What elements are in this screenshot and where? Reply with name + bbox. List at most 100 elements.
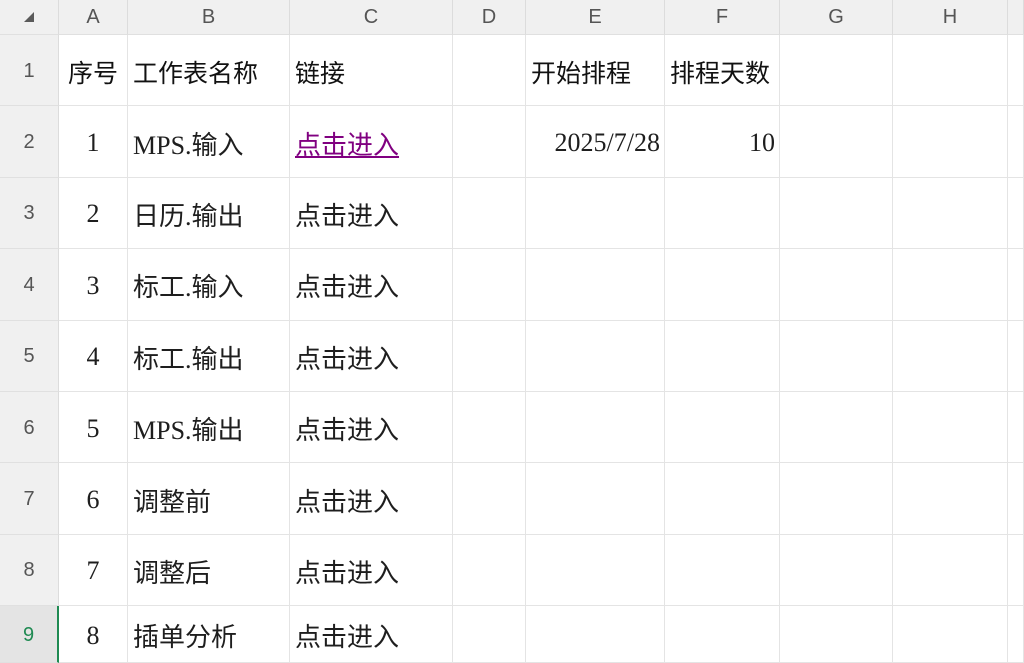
cell-i5[interactable] xyxy=(1008,320,1024,392)
cell-a9[interactable]: 8 xyxy=(59,606,128,663)
cell-i3[interactable] xyxy=(1008,177,1024,250)
cell-d3[interactable] xyxy=(453,177,526,250)
cell-f8[interactable] xyxy=(665,534,780,607)
cell-e6[interactable] xyxy=(526,391,665,464)
cell-f5[interactable] xyxy=(665,320,780,392)
cell-a7[interactable]: 6 xyxy=(59,463,128,535)
row-header-3[interactable]: 3 xyxy=(0,177,59,250)
cell-c5[interactable]: 点击进入 xyxy=(290,320,453,392)
cell-d2[interactable] xyxy=(453,106,526,178)
cell-d1[interactable] xyxy=(453,35,526,107)
cell-a5[interactable]: 4 xyxy=(59,320,128,392)
cell-i7[interactable] xyxy=(1008,463,1024,535)
cell-c3[interactable]: 点击进入 xyxy=(290,177,453,250)
column-header-c[interactable]: C xyxy=(290,0,453,35)
cell-b3[interactable]: 日历.输出 xyxy=(128,177,290,250)
cell-g1[interactable] xyxy=(780,35,893,107)
row-header-4[interactable]: 4 xyxy=(0,249,59,321)
column-header-h[interactable]: H xyxy=(893,0,1008,35)
cell-a8[interactable]: 7 xyxy=(59,534,128,607)
cell-c2-hyperlink[interactable]: 点击进入 xyxy=(290,106,453,178)
row-header-9[interactable]: 9 xyxy=(0,606,59,663)
row-header-2[interactable]: 2 xyxy=(0,106,59,178)
column-header-d[interactable]: D xyxy=(453,0,526,35)
cell-i6[interactable] xyxy=(1008,391,1024,464)
cell-d8[interactable] xyxy=(453,534,526,607)
cell-b7[interactable]: 调整前 xyxy=(128,463,290,535)
cell-h9[interactable] xyxy=(893,606,1008,663)
cell-f4[interactable] xyxy=(665,249,780,321)
cell-c4[interactable]: 点击进入 xyxy=(290,249,453,321)
cell-i1[interactable] xyxy=(1008,35,1024,107)
cell-b8[interactable]: 调整后 xyxy=(128,534,290,607)
cell-g4[interactable] xyxy=(780,249,893,321)
cell-f6[interactable] xyxy=(665,391,780,464)
cell-b9[interactable]: 插单分析 xyxy=(128,606,290,663)
cell-d9[interactable] xyxy=(453,606,526,663)
row-header-5[interactable]: 5 xyxy=(0,320,59,392)
column-header-e[interactable]: E xyxy=(526,0,665,35)
cell-f3[interactable] xyxy=(665,177,780,250)
cell-a1[interactable]: 序号 xyxy=(59,35,128,107)
cell-f2-days[interactable]: 10 xyxy=(665,106,780,178)
cell-b1[interactable]: 工作表名称 xyxy=(128,35,290,107)
cell-g5[interactable] xyxy=(780,320,893,392)
cell-b6[interactable]: MPS.输出 xyxy=(128,391,290,464)
row-header-6[interactable]: 6 xyxy=(0,391,59,464)
cell-f1[interactable]: 排程天数 xyxy=(665,35,780,107)
row-header-7[interactable]: 7 xyxy=(0,463,59,535)
cell-d4[interactable] xyxy=(453,249,526,321)
column-header-a[interactable]: A xyxy=(59,0,128,35)
cell-e9[interactable] xyxy=(526,606,665,663)
cell-h2[interactable] xyxy=(893,106,1008,178)
cell-e3[interactable] xyxy=(526,177,665,250)
column-header-f[interactable]: F xyxy=(665,0,780,35)
cell-h4[interactable] xyxy=(893,249,1008,321)
cell-e1[interactable]: 开始排程 xyxy=(526,35,665,107)
cell-h3[interactable] xyxy=(893,177,1008,250)
cell-b2[interactable]: MPS.输入 xyxy=(128,106,290,178)
cell-a2[interactable]: 1 xyxy=(59,106,128,178)
cell-h1[interactable] xyxy=(893,35,1008,107)
cell-g2[interactable] xyxy=(780,106,893,178)
cell-d5[interactable] xyxy=(453,320,526,392)
cell-e2-start-date[interactable]: 2025/7/28 xyxy=(526,106,665,178)
cell-h6[interactable] xyxy=(893,391,1008,464)
cell-i9[interactable] xyxy=(1008,606,1024,663)
cell-h5[interactable] xyxy=(893,320,1008,392)
row-header-1[interactable]: 1 xyxy=(0,35,59,107)
cell-g3[interactable] xyxy=(780,177,893,250)
cell-e5[interactable] xyxy=(526,320,665,392)
select-all-corner[interactable] xyxy=(0,0,59,35)
cell-g6[interactable] xyxy=(780,391,893,464)
cell-d7[interactable] xyxy=(453,463,526,535)
cell-c8[interactable]: 点击进入 xyxy=(290,534,453,607)
cell-g7[interactable] xyxy=(780,463,893,535)
cell-g9[interactable] xyxy=(780,606,893,663)
cell-b4[interactable]: 标工.输入 xyxy=(128,249,290,321)
cell-b5[interactable]: 标工.输出 xyxy=(128,320,290,392)
column-header-b[interactable]: B xyxy=(128,0,290,35)
cell-h7[interactable] xyxy=(893,463,1008,535)
cell-h8[interactable] xyxy=(893,534,1008,607)
cell-c1[interactable]: 链接 xyxy=(290,35,453,107)
cell-a3[interactable]: 2 xyxy=(59,177,128,250)
column-header-i[interactable] xyxy=(1008,0,1024,35)
cell-f9[interactable] xyxy=(665,606,780,663)
cell-c7[interactable]: 点击进入 xyxy=(290,463,453,535)
cell-a6[interactable]: 5 xyxy=(59,391,128,464)
cell-f7[interactable] xyxy=(665,463,780,535)
cell-i4[interactable] xyxy=(1008,249,1024,321)
cell-i8[interactable] xyxy=(1008,534,1024,607)
cell-e7[interactable] xyxy=(526,463,665,535)
column-header-g[interactable]: G xyxy=(780,0,893,35)
cell-i2[interactable] xyxy=(1008,106,1024,178)
cell-c6[interactable]: 点击进入 xyxy=(290,391,453,464)
cell-e4[interactable] xyxy=(526,249,665,321)
cell-c9[interactable]: 点击进入 xyxy=(290,606,453,663)
cell-a4[interactable]: 3 xyxy=(59,249,128,321)
row-header-8[interactable]: 8 xyxy=(0,534,59,607)
cell-e8[interactable] xyxy=(526,534,665,607)
cell-d6[interactable] xyxy=(453,391,526,464)
cell-g8[interactable] xyxy=(780,534,893,607)
